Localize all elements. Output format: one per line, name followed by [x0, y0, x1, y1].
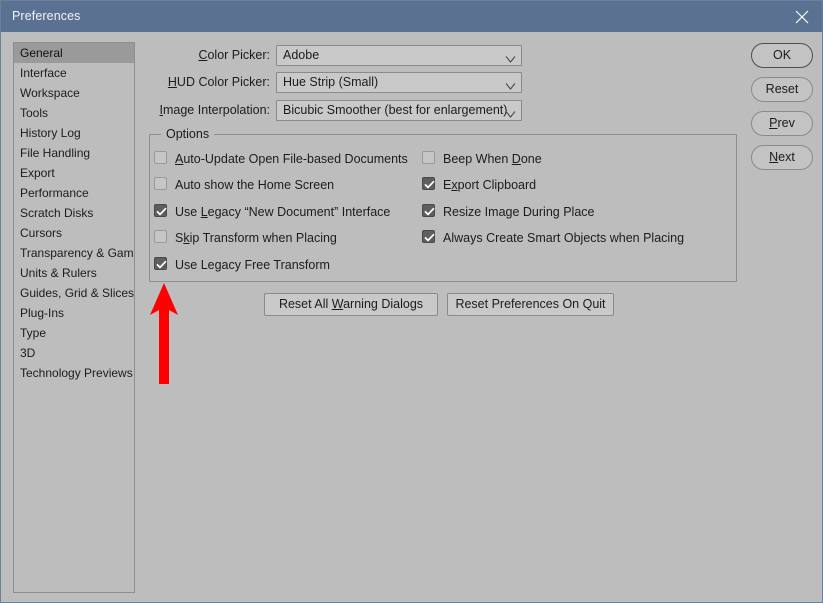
sidebar-item-3d[interactable]: 3D [14, 343, 134, 363]
sidebar-item-file-handling[interactable]: File Handling [14, 143, 134, 163]
dropdown-value: Hue Strip (Small) [283, 75, 379, 89]
checkbox-label: Always Create Smart Objects when Placing [443, 231, 685, 245]
sidebar-item-type[interactable]: Type [14, 323, 134, 343]
checkbox-checked-icon[interactable] [422, 177, 435, 190]
access-key: A [175, 152, 184, 166]
chevron-down-icon [505, 106, 516, 124]
sidebar-item-interface[interactable]: Interface [14, 63, 134, 83]
sidebar-item-technology-previews[interactable]: Technology Previews [14, 363, 134, 383]
checkbox-unchecked-icon[interactable] [422, 151, 435, 164]
field-row: Image Interpolation: [151, 100, 271, 121]
access-key: I [159, 103, 163, 117]
access-key: W [331, 297, 344, 311]
access-key: x [451, 178, 458, 192]
field-row: HUD Color Picker: [151, 72, 270, 93]
annotation-arrow-icon [150, 283, 178, 384]
dropdown-color-picker[interactable]: Adobe [276, 45, 522, 66]
button-reset-all-warning-dialogs[interactable]: Reset All Warning Dialogs [264, 293, 438, 316]
checkbox-label: Auto-Update Open File-based Documents [175, 152, 408, 166]
sidebar-item-scratch-disks[interactable]: Scratch Disks [14, 203, 134, 223]
chevron-down-icon [505, 51, 516, 69]
access-key: k [183, 231, 190, 245]
checkbox-unchecked-icon[interactable] [154, 230, 167, 243]
button-next[interactable]: Next [751, 145, 813, 170]
access-key: g [505, 205, 513, 219]
checkbox-label: Beep When Done [443, 152, 542, 166]
title-bar: Preferences [1, 1, 822, 32]
sidebar-item-cursors[interactable]: Cursors [14, 223, 134, 243]
access-key: C [198, 48, 208, 62]
button-reset-preferences-on-quit[interactable]: Reset Preferences On Quit [447, 293, 614, 316]
checkbox-unchecked-icon[interactable] [154, 177, 167, 190]
sidebar-item-transparency-gamut[interactable]: Transparency & Gamut [14, 243, 134, 263]
sidebar-item-history-log[interactable]: History Log [14, 123, 134, 143]
button-prev[interactable]: Prev [751, 111, 813, 136]
button-ok[interactable]: OK [751, 43, 813, 68]
sidebar-item-tools[interactable]: Tools [14, 103, 134, 123]
sidebar-item-workspace[interactable]: Workspace [14, 83, 134, 103]
access-key: D [511, 152, 521, 166]
field-row: Color Picker: [151, 45, 270, 66]
close-icon[interactable] [780, 1, 822, 32]
dropdown-hud-color-picker[interactable]: Hue Strip (Small) [276, 72, 522, 93]
field-label: HUD Color Picker: [167, 75, 270, 89]
access-key: H [167, 75, 177, 89]
checkbox-checked-icon[interactable] [154, 257, 167, 270]
chevron-down-icon [505, 78, 516, 96]
dropdown-image-interpolation[interactable]: Bicubic Smoother (best for enlargement) [276, 100, 522, 121]
sidebar-item-guides-grid-slices[interactable]: Guides, Grid & Slices [14, 283, 134, 303]
dropdown-value: Adobe [283, 48, 320, 62]
checkbox-unchecked-icon[interactable] [154, 151, 167, 164]
checkbox-label: Resize Image During Place [443, 205, 595, 219]
preferences-dialog: Preferences General Interface Workspace Too… [0, 0, 823, 603]
field-label: Color Picker: [198, 48, 270, 62]
checkbox-checked-icon[interactable] [422, 204, 435, 217]
checkbox-checked-icon[interactable] [422, 230, 435, 243]
checkbox-label: Auto show the Home Screen [175, 178, 335, 192]
sidebar-item-units-rulers[interactable]: Units & Rulers [14, 263, 134, 283]
field-label: Image Interpolation: [159, 103, 271, 117]
sidebar-item-export[interactable]: Export [14, 163, 134, 183]
category-list[interactable]: General Interface Workspace Tools History Lo… [13, 42, 135, 593]
access-key: P [769, 116, 778, 130]
sidebar-item-performance[interactable]: Performance [14, 183, 134, 203]
checkbox-label: Use Legacy “New Document” Interface [175, 205, 391, 219]
access-key: j [580, 231, 584, 245]
checkbox-checked-icon[interactable] [154, 204, 167, 217]
options-group-label: Options [161, 127, 215, 141]
sidebar-item-general[interactable]: General [14, 43, 134, 63]
dropdown-value: Bicubic Smoother (best for enlargement) [283, 103, 508, 117]
close-icon-glyph [795, 10, 809, 24]
checkbox-label: Skip Transform when Placing [175, 231, 337, 245]
sidebar-item-plug-ins[interactable]: Plug-Ins [14, 303, 134, 323]
button-reset[interactable]: Reset [751, 77, 813, 102]
access-key: L [200, 205, 208, 219]
checkbox-label: Use Legacy Free Transform [175, 258, 330, 272]
access-key: N [769, 150, 779, 164]
checkbox-label: Export Clipboard [443, 178, 537, 192]
window-title: Preferences [12, 9, 81, 23]
